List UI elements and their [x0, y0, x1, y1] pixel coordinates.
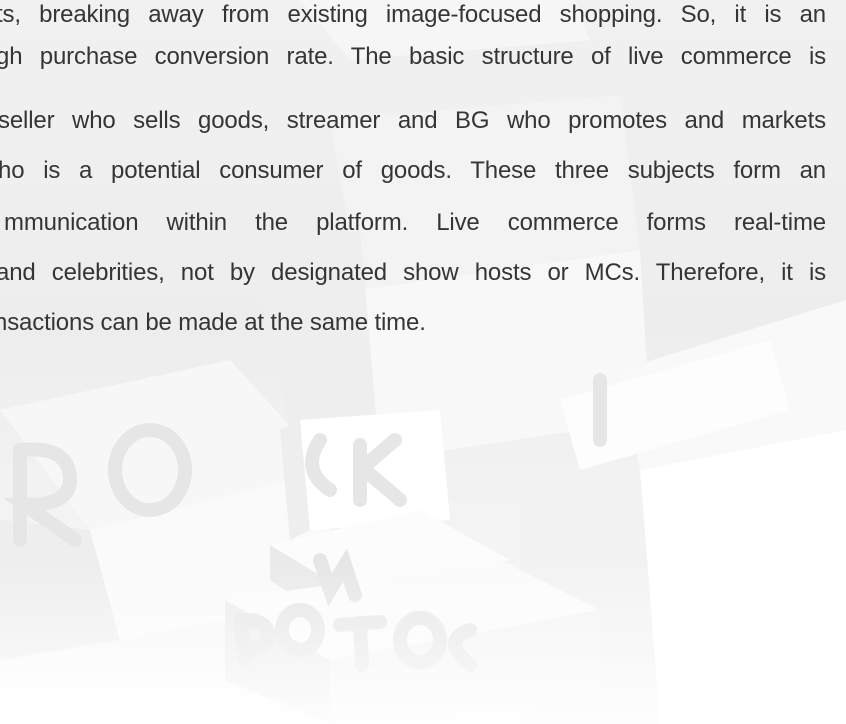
paragraph-line-5: mmunication within the platform. Live co…	[4, 209, 826, 236]
paragraph-line-2: gh purchase conversion rate. The basic s…	[0, 43, 826, 70]
paragraph-line-4: ho is a potential consumer of goods. The…	[0, 157, 826, 184]
article-text: ts, breaking away from existing image-fo…	[0, 0, 846, 400]
paragraph-line-6: and celebrities, not by designated show …	[0, 259, 826, 286]
document-page: ts, breaking away from existing image-fo…	[0, 0, 846, 724]
paragraph-line-3: seller who sells goods, streamer and BG …	[0, 107, 826, 134]
paragraph-line-1: ts, breaking away from existing image-fo…	[0, 1, 826, 28]
paragraph-line-7: nsactions can be made at the same time.	[0, 309, 426, 336]
